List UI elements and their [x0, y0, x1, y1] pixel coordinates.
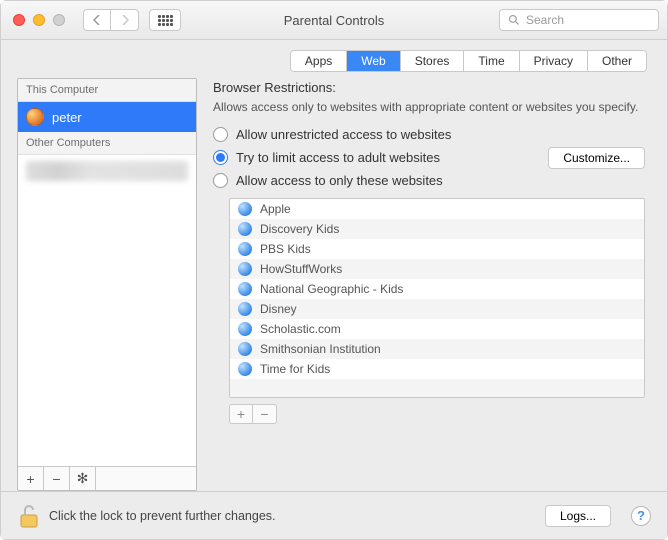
sidebar-user-peter[interactable]: peter: [18, 102, 196, 132]
globe-icon: [238, 322, 252, 336]
sidebar-action-button[interactable]: ✻: [70, 467, 96, 490]
option-only-these[interactable]: Allow access to only these websites: [213, 173, 645, 188]
globe-icon: [238, 302, 252, 316]
site-row[interactable]: National Geographic - Kids: [230, 279, 644, 299]
sidebar-header-this: This Computer: [18, 79, 196, 102]
site-row[interactable]: Disney: [230, 299, 644, 319]
window-controls: [13, 14, 65, 26]
tab-bar: Apps Web Stores Time Privacy Other: [290, 50, 647, 72]
remove-user-button[interactable]: −: [44, 467, 70, 490]
grid-icon: [158, 15, 173, 26]
site-row[interactable]: Smithsonian Institution: [230, 339, 644, 359]
globe-icon: [238, 242, 252, 256]
parental-controls-window: Parental Controls Search Apps Web Stores…: [0, 0, 668, 540]
show-all-button[interactable]: [149, 9, 181, 31]
site-name: Scholastic.com: [260, 322, 341, 336]
site-row[interactable]: Scholastic.com: [230, 319, 644, 339]
tab-time[interactable]: Time: [464, 51, 519, 71]
site-row[interactable]: PBS Kids: [230, 239, 644, 259]
tab-stores[interactable]: Stores: [401, 51, 465, 71]
add-user-button[interactable]: +: [18, 467, 44, 490]
allowed-sites-list[interactable]: Apple Discovery Kids PBS Kids HowStuffWo…: [229, 198, 645, 398]
lock-button[interactable]: [17, 503, 39, 529]
site-name: Discovery Kids: [260, 222, 339, 236]
site-name: National Geographic - Kids: [260, 282, 403, 296]
help-button[interactable]: ?: [631, 506, 651, 526]
footer: Click the lock to prevent further change…: [1, 491, 667, 539]
remove-site-button: −: [253, 404, 277, 424]
option-unrestricted[interactable]: Allow unrestricted access to websites: [213, 127, 645, 142]
section-heading: Browser Restrictions:: [213, 80, 645, 95]
radio-icon: [213, 150, 228, 165]
sidebar-other-item-blurred: [26, 161, 188, 181]
site-row-empty: [230, 379, 644, 398]
titlebar: Parental Controls Search: [1, 1, 667, 40]
sidebar-toolbar: + − ✻: [18, 466, 196, 490]
tab-other[interactable]: Other: [588, 51, 646, 71]
site-name: Apple: [260, 202, 291, 216]
site-name: Smithsonian Institution: [260, 342, 381, 356]
add-site-button: +: [229, 404, 253, 424]
site-row[interactable]: Apple: [230, 199, 644, 219]
search-field[interactable]: Search: [499, 9, 659, 31]
search-placeholder: Search: [526, 13, 564, 27]
minimize-icon[interactable]: [33, 14, 45, 26]
gear-icon: ✻: [77, 470, 89, 487]
globe-icon: [238, 342, 252, 356]
site-name: PBS Kids: [260, 242, 311, 256]
site-row[interactable]: HowStuffWorks: [230, 259, 644, 279]
option-label: Allow access to only these websites: [236, 173, 443, 188]
tab-web[interactable]: Web: [347, 51, 400, 71]
site-name: Disney: [260, 302, 297, 316]
avatar-icon: [26, 108, 44, 126]
tab-apps[interactable]: Apps: [291, 51, 347, 71]
radio-icon: [213, 127, 228, 142]
lock-open-icon: [17, 503, 39, 529]
site-name: Time for Kids: [260, 362, 330, 376]
sidebar-header-other: Other Computers: [18, 132, 196, 155]
site-row[interactable]: Discovery Kids: [230, 219, 644, 239]
section-description: Allows access only to websites with appr…: [213, 99, 645, 115]
option-label: Allow unrestricted access to websites: [236, 127, 451, 142]
option-label: Try to limit access to adult websites: [236, 150, 440, 165]
radio-icon: [213, 173, 228, 188]
search-icon: [508, 14, 520, 26]
sidebar-user-label: peter: [52, 110, 82, 125]
lock-hint: Click the lock to prevent further change…: [49, 509, 276, 523]
logs-button[interactable]: Logs...: [545, 505, 611, 527]
globe-icon: [238, 202, 252, 216]
site-row[interactable]: Time for Kids: [230, 359, 644, 379]
close-icon[interactable]: [13, 14, 25, 26]
maximize-icon: [53, 14, 65, 26]
customize-button[interactable]: Customize...: [548, 147, 645, 169]
globe-icon: [238, 282, 252, 296]
globe-icon: [238, 222, 252, 236]
option-limit-adult[interactable]: Try to limit access to adult websites: [213, 150, 548, 165]
tab-privacy[interactable]: Privacy: [520, 51, 588, 71]
forward-button[interactable]: [111, 9, 139, 31]
nav-buttons: [83, 9, 139, 31]
site-name: HowStuffWorks: [260, 262, 342, 276]
main-panel: Browser Restrictions: Allows access only…: [213, 78, 651, 491]
globe-icon: [238, 362, 252, 376]
back-button[interactable]: [83, 9, 111, 31]
user-sidebar: This Computer peter Other Computers + − …: [17, 78, 197, 491]
globe-icon: [238, 262, 252, 276]
